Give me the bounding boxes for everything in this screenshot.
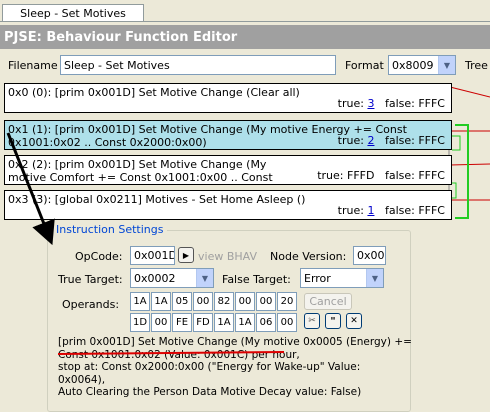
instruction-settings-title: Instruction Settings [53, 223, 167, 236]
operand-cell[interactable]: 05 [172, 292, 192, 311]
tree-label: Tree [465, 59, 488, 72]
operand-cell[interactable]: 1A [214, 313, 234, 332]
node-0-false-value: FFFC [418, 97, 445, 110]
node-0-targets: true: 3 false: FFFC [338, 97, 445, 110]
instruction-description: [prim 0x001D] Set Motive Change (My moti… [58, 336, 412, 399]
close-button[interactable]: ✕ [346, 313, 362, 329]
close-icon: ✕ [350, 316, 358, 326]
operands-row-2: 1D 00 FE FD 1A 1A 06 00 [130, 313, 300, 333]
node-version-label: Node Version: [270, 250, 347, 263]
operand-cell[interactable]: 82 [214, 292, 234, 311]
node-0-true-label: true: [337, 97, 364, 110]
description-line-5: Auto Clearing the Person Data Motive Dec… [58, 386, 362, 398]
chevron-down-icon[interactable]: ▼ [438, 56, 455, 74]
operand-cell[interactable]: 1D [130, 313, 150, 332]
node-version-input[interactable]: 0x00 [353, 246, 386, 265]
operand-cell[interactable]: 00 [193, 292, 213, 311]
operand-cell[interactable]: FD [193, 313, 213, 332]
node-3-true-link[interactable]: 1 [367, 204, 374, 217]
quote-icon: " [330, 315, 336, 327]
true-connector-1-2 [452, 135, 461, 151]
operand-cell[interactable]: 00 [256, 292, 276, 311]
true-connector-3-1 [455, 124, 469, 219]
opcode-label: OpCode: [75, 250, 123, 263]
false-target-label: False Target: [222, 273, 291, 286]
chevron-down-icon[interactable]: ▼ [196, 269, 213, 287]
wrench-icon: ✂ [308, 316, 316, 326]
node-3-false-label: false: [384, 204, 415, 217]
filename-label: Filename [8, 59, 58, 72]
operands-label: Operands: [62, 298, 120, 311]
node-1-targets: true: 2 false: FFFC [338, 134, 445, 147]
node-0-true-link[interactable]: 3 [367, 97, 374, 110]
description-line-1: [prim 0x001D] Set Motive Change (My moti… [58, 336, 412, 348]
description-line-2: Const 0x1001:0x02 (Value: 0x001C) per ho… [58, 348, 300, 361]
false-connector-0 [449, 86, 490, 98]
node-1[interactable]: 0x1 (1): [prim 0x001D] Set Motive Change… [4, 120, 452, 150]
true-target-label: True Target: [58, 273, 123, 286]
tools-button[interactable]: ✂ [304, 313, 320, 329]
node-2-true-value: FFFD [347, 169, 375, 182]
tab-divider [0, 21, 490, 22]
true-target-select[interactable]: 0x0002 ▼ [130, 268, 214, 288]
node-2-false-value: FFFC [418, 169, 445, 182]
node-2-false-label: false: [384, 169, 415, 182]
filename-input[interactable]: Sleep - Set Motives [60, 55, 336, 75]
node-2-targets: true: FFFD false: FFFC [317, 169, 445, 182]
node-2[interactable]: 0x2 (2): [prim 0x001D] Set Motive Change… [4, 155, 452, 185]
node-0[interactable]: 0x0 (0): [prim 0x001D] Set Motive Change… [4, 83, 452, 113]
node-1-true-label: true: [337, 134, 364, 147]
operand-cell[interactable]: 1A [151, 292, 171, 311]
operand-cell[interactable]: 00 [277, 313, 297, 332]
quote-button[interactable]: " [325, 313, 341, 329]
editor-title: PJSE: Behaviour Function Editor [4, 29, 238, 45]
cancel-label: Cancel [309, 295, 347, 308]
opcode-go-button[interactable]: ▶ [178, 247, 194, 263]
operand-cell[interactable]: FE [172, 313, 192, 332]
node-3[interactable]: 0x3 (3): [global 0x0211] Motives - Set H… [4, 190, 452, 220]
description-line-4: 0x0064), [58, 373, 106, 386]
node-2-true-label: true: [317, 169, 344, 182]
node-3-false-value: FFFC [418, 204, 445, 217]
node-2-text: 0x2 (2): [prim 0x001D] Set Motive Change… [8, 158, 273, 184]
tab-sleep-set-motives[interactable]: Sleep - Set Motives [2, 4, 144, 22]
operand-cell[interactable]: 1A [235, 313, 255, 332]
play-icon: ▶ [182, 250, 190, 260]
node-1-false-value: FFFC [418, 134, 445, 147]
format-select[interactable]: 0x8009 ▼ [388, 55, 456, 75]
operand-cell[interactable]: 1A [130, 292, 150, 311]
operand-cell[interactable]: 00 [151, 313, 171, 332]
node-3-targets: true: 1 false: FFFC [338, 204, 445, 217]
false-target-select[interactable]: Error ▼ [300, 268, 384, 288]
format-value: 0x8009 [392, 58, 434, 72]
chevron-down-icon[interactable]: ▼ [366, 269, 383, 287]
operand-cell[interactable]: 20 [277, 292, 297, 311]
node-1-true-link[interactable]: 2 [367, 134, 374, 147]
operand-cell[interactable]: 06 [256, 313, 276, 332]
cancel-button[interactable]: Cancel [304, 293, 352, 310]
operands-row-1: 1A 1A 05 00 82 00 00 20 [130, 292, 300, 312]
false-connector-2 [449, 163, 490, 166]
tab-label: Sleep - Set Motives [20, 7, 126, 20]
node-1-false-label: false: [384, 134, 415, 147]
view-bhav-link[interactable]: view BHAV [198, 250, 257, 263]
true-target-value: 0x0002 [134, 271, 176, 285]
description-line-3: stop at: Const 0x2000:0x00 ("Energy for … [58, 361, 361, 373]
format-label: Format [345, 59, 384, 72]
false-target-value: Error [304, 271, 331, 285]
operand-cell[interactable]: 00 [235, 292, 255, 311]
editor-title-bar: PJSE: Behaviour Function Editor [0, 25, 490, 49]
opcode-input[interactable]: 0x001D [130, 246, 175, 265]
node-0-false-label: false: [384, 97, 415, 110]
node-3-true-label: true: [337, 204, 364, 217]
